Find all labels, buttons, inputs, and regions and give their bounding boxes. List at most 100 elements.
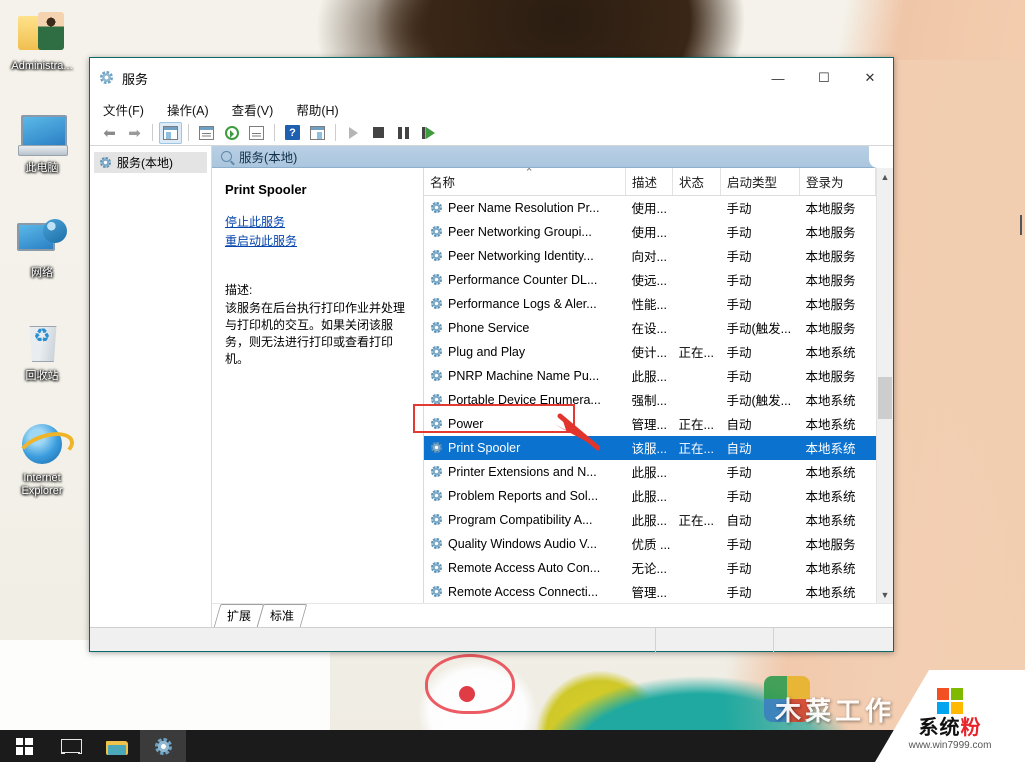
menu-file[interactable]: 文件(F) [100,98,147,121]
scrollbar-track[interactable] [877,185,893,586]
table-header-row: 名称 描述 状态 启动类型 登录为 [424,168,876,196]
table-row[interactable]: Remote Access Auto Con... 无论... 手动 本地系统 [424,556,876,580]
status-bar-right [773,627,893,652]
properties-icon [199,125,214,140]
table-row[interactable]: Power 管理... 正在... 自动 本地系统 [424,412,876,436]
show-action-pane-button[interactable] [306,122,329,144]
column-header-description[interactable]: 描述 [625,168,673,196]
table-row[interactable]: Program Compatibility A... 此服... 正在... 自动 本地… [424,508,876,532]
cell-service-name: Quality Windows Audio V... [424,532,626,556]
service-list-body: Peer Name Resolution Pr... 使用... 手动 本地服务 Pee… [424,195,876,603]
service-name-label: Remote Access Auto Con... [448,560,601,575]
window-titlebar[interactable]: 服务 — ☐ ✕ [90,58,893,98]
help-button[interactable]: ? [281,122,304,144]
cell-logon-as: 本地服务 [805,322,856,336]
refresh-button[interactable] [220,122,243,144]
menu-help[interactable]: 帮助(H) [293,98,341,121]
desktop-icon-internet-explorer[interactable]: Internet Explorer [4,420,80,498]
close-button[interactable]: ✕ [847,58,893,98]
cell-startup-type: 手动(触发... [726,394,792,408]
file-explorer-button[interactable] [94,730,140,762]
pause-service-button[interactable] [392,122,415,144]
services-gear-icon [430,393,443,406]
table-row[interactable]: Quality Windows Audio V... 优质 ... 手动 本地服务 [424,532,876,556]
column-header-state[interactable]: 状态 [672,168,721,196]
desktop-icon-network[interactable]: 网络 [4,215,80,280]
forward-button[interactable]: ➡ [123,122,146,144]
tab-standard[interactable]: 标准 [256,604,308,627]
stop-service-button[interactable] [367,122,390,144]
toolbar-separator [188,124,189,141]
column-header-logon-as[interactable]: 登录为 [799,168,876,196]
scroll-up-arrow-icon[interactable]: ▲ [877,168,893,185]
desktop-icon-this-pc[interactable]: 此电脑 [4,110,80,175]
cell-description: 该服... [625,435,673,460]
windows-logo-icon [15,737,33,755]
table-row[interactable]: Peer Name Resolution Pr... 使用... 手动 本地服务 [424,195,876,220]
restart-service-button[interactable] [417,122,440,144]
task-view-button[interactable] [48,730,94,762]
service-name-label: Peer Networking Identity... [448,248,594,263]
cell-service-name: Program Compatibility A... [424,508,626,532]
show-hide-console-tree-button[interactable] [159,121,182,144]
export-list-button[interactable] [245,122,268,144]
cell-state: 正在... [678,346,714,360]
menu-view[interactable]: 查看(V) [229,98,277,121]
table-row[interactable]: Peer Networking Identity... 向对... 手动 本地服务 [424,244,876,268]
minimize-button[interactable]: — [755,58,801,98]
table-row[interactable]: Print Spooler 该服... 正在... 自动 本地系统 [424,435,876,460]
cell-description: 向对... [631,250,667,264]
cell-state [673,244,721,268]
services-gear-icon [430,513,443,526]
help-icon: ? [285,125,300,140]
cell-description: 强制... [631,394,667,408]
scroll-down-arrow-icon[interactable]: ▼ [877,586,893,603]
cell-state [673,316,721,340]
menu-action[interactable]: 操作(A) [164,98,212,121]
cell-startup-type: 手动 [726,466,752,480]
back-button[interactable]: ⬅ [98,122,121,144]
watermark-url: www.win7999.com [908,739,992,751]
table-row[interactable]: Portable Device Enumera... 强制... 手动(触发... 本… [424,388,876,412]
table-row[interactable]: Performance Counter DL... 使远... 手动 本地服务 [424,268,876,292]
column-header-startup-type[interactable]: 启动类型 [720,168,800,196]
cell-description: 此服... [631,490,667,504]
start-button[interactable] [0,730,48,762]
table-row[interactable]: Peer Networking Groupi... 使用... 手动 本地服务 [424,220,876,244]
pause-icon [398,126,409,139]
cell-state: 正在... [678,418,714,432]
recycle-bin-icon [16,318,68,366]
service-list-table: 名称 描述 状态 启动类型 登录为 Peer Name Resolution P… [424,168,876,603]
desktop-icon-recycle-bin[interactable]: 回收站 [4,318,80,383]
cell-description: 性能... [631,298,667,312]
restart-service-link[interactable]: 重启动此服务 [225,232,410,249]
tree-node-services-local[interactable]: 服务(本地) [94,152,207,173]
wallpaper-sticker-dot [459,686,475,702]
table-row[interactable]: Remote Access Connecti... 管理... 手动 本地系统 [424,580,876,604]
column-header-name[interactable]: 名称 [424,168,626,196]
cell-service-name: Printer Extensions and N... [424,460,626,484]
services-gear-icon [430,201,443,214]
cell-description: 在设... [631,322,667,336]
cell-startup-type: 手动 [726,370,752,384]
table-row[interactable]: PNRP Machine Name Pu... 此服... 手动 本地服务 [424,364,876,388]
table-row[interactable]: Printer Extensions and N... 此服... 手动 本地系统 [424,460,876,484]
table-row[interactable]: Plug and Play 使计... 正在... 手动 本地系统 [424,340,876,364]
scrollbar-thumb[interactable] [878,377,892,419]
services-gear-icon [430,465,443,478]
vertical-scrollbar[interactable]: ▲ ▼ [876,168,893,603]
status-bar [90,627,893,652]
desktop-icon-administrator[interactable]: Administra... [4,8,80,73]
table-row[interactable]: Problem Reports and Sol... 此服... 手动 本地系统 [424,484,876,508]
services-taskbar-button[interactable] [140,730,186,762]
properties-button[interactable] [195,122,218,144]
stop-service-link[interactable]: 停止此服务 [225,213,410,230]
table-row[interactable]: Performance Logs & Aler... 性能... 手动 本地服务 [424,292,876,316]
start-service-button[interactable] [342,122,365,144]
table-row[interactable]: Phone Service 在设... 手动(触发... 本地服务 [424,316,876,340]
desktop-icon-label: Administra... [11,60,73,72]
cell-startup-type: 手动 [726,490,752,504]
window-title: 服务 [122,71,149,87]
service-list-scroll: 名称 描述 状态 启动类型 登录为 Peer Name Resolution P… [424,168,893,603]
maximize-button[interactable]: ☐ [801,58,847,98]
